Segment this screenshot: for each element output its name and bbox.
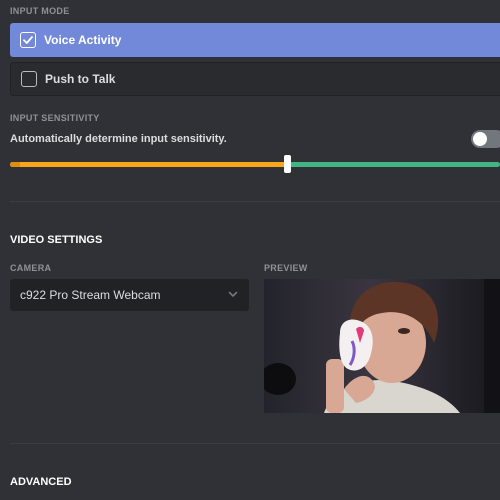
push-to-talk-option[interactable]: Push to Talk: [10, 62, 500, 96]
camera-label: CAMERA: [10, 263, 52, 273]
divider: [10, 201, 500, 202]
camera-preview-image: [264, 279, 500, 413]
checkbox-empty-icon: [21, 71, 37, 87]
video-settings-heading: VIDEO SETTINGS: [10, 234, 103, 246]
camera-preview: [264, 279, 500, 413]
sensitivity-slider-track[interactable]: [10, 162, 500, 167]
input-mode-label: INPUT MODE: [10, 6, 70, 16]
input-sensitivity-label: INPUT SENSITIVITY: [10, 113, 100, 123]
preview-label: PREVIEW: [264, 263, 308, 273]
sensitivity-slider-handle[interactable]: [284, 155, 291, 173]
voice-activity-option[interactable]: Voice Activity: [10, 23, 500, 57]
advanced-heading: ADVANCED: [10, 476, 72, 488]
sensitivity-slider-start: [10, 162, 20, 167]
push-to-talk-label: Push to Talk: [45, 72, 116, 86]
auto-sensitivity-toggle[interactable]: [471, 130, 500, 148]
divider: [10, 443, 500, 444]
camera-select-value: c922 Pro Stream Webcam: [20, 288, 161, 302]
check-icon: [20, 32, 36, 48]
camera-select[interactable]: c922 Pro Stream Webcam: [10, 279, 249, 311]
chevron-down-icon: [227, 288, 239, 303]
voice-activity-label: Voice Activity: [44, 33, 122, 47]
auto-sensitivity-text: Automatically determine input sensitivit…: [10, 133, 227, 145]
sensitivity-slider-fill: [10, 162, 287, 167]
toggle-knob: [473, 132, 487, 146]
